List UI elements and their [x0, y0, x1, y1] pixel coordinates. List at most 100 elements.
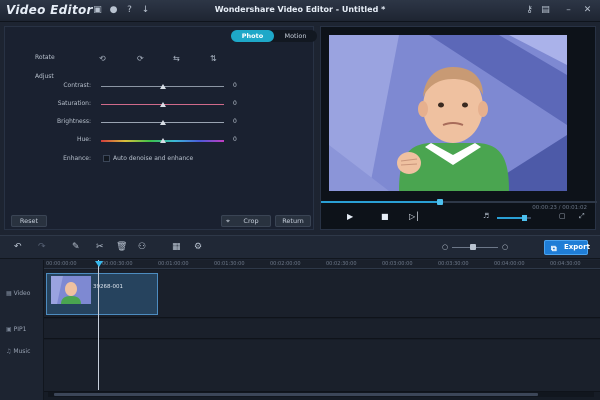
key-icon[interactable]: ⚷: [524, 5, 535, 16]
slider-row: Brightness: 0: [5, 117, 315, 129]
close-icon[interactable]: ✕: [582, 5, 593, 16]
baby-photo: [329, 35, 567, 191]
slider-value: 0: [233, 82, 237, 89]
volume-fill: [497, 217, 525, 219]
track-name: Music: [13, 348, 31, 355]
slider-label: Saturation:: [57, 100, 91, 107]
flip-vertical-icon[interactable]: ⇅: [210, 54, 217, 63]
crop-icon: ⌖: [226, 217, 230, 225]
mode-switch: Photo Motion: [231, 30, 317, 42]
zoom-out-icon[interactable]: ○: [442, 243, 448, 251]
undo-icon[interactable]: ↶: [14, 242, 22, 252]
rotate-right-icon[interactable]: ⟳: [137, 54, 144, 63]
progress-fill: [321, 201, 440, 203]
pip-track[interactable]: [44, 319, 600, 339]
video-clip[interactable]: 39268-001: [46, 273, 158, 315]
zoom-in-icon[interactable]: ○: [502, 243, 508, 251]
playhead-line[interactable]: [98, 260, 99, 390]
rotate-left-icon[interactable]: ⟲: [99, 54, 106, 63]
window-title: Wondershare Video Editor - Untitled *: [214, 5, 386, 14]
next-frame-icon[interactable]: ▷│: [409, 212, 420, 221]
slider-handle[interactable]: [159, 102, 166, 107]
tab-photo[interactable]: Photo: [231, 30, 274, 42]
slider-row: Contrast: 0: [5, 81, 315, 93]
track-header-column: ▦ Video ▣ PIP1 ♫ Music: [0, 260, 44, 400]
time-ruler[interactable]: 00:00:00:00 00:00:30:00 00:01:00:00 00:01:3…: [44, 260, 600, 269]
track-name: Video: [13, 290, 31, 297]
music-icon: ♫: [6, 348, 12, 355]
snapshot-icon[interactable]: ▢: [559, 212, 566, 220]
music-track[interactable]: [44, 340, 600, 392]
progress-handle[interactable]: [436, 199, 443, 205]
ruler-tick: 00:02:30:00: [326, 261, 357, 267]
enhance-label: Enhance:: [63, 155, 91, 162]
timeline-scrollbar-thumb[interactable]: [54, 393, 538, 396]
track-name: PIP1: [13, 326, 27, 333]
ruler-tick: 00:04:00:00: [494, 261, 525, 267]
record-icon[interactable]: ⚇: [138, 242, 146, 252]
snapshot-icon[interactable]: ▦: [172, 242, 181, 252]
ruler-tick: 00:02:00:00: [270, 261, 301, 267]
slider-row: Hue: 0: [5, 135, 315, 147]
slider-handle[interactable]: [159, 138, 166, 143]
minimize-icon[interactable]: –: [563, 5, 574, 16]
play-icon[interactable]: ▶: [347, 212, 353, 221]
enhance-row: Enhance: Auto denoise and enhance: [5, 154, 315, 164]
ruler-tick: 00:00:30:00: [102, 261, 133, 267]
export-label: Export: [564, 243, 590, 251]
stop-icon[interactable]: ■: [381, 212, 389, 221]
tab-motion[interactable]: Motion: [274, 30, 317, 42]
enhance-option-label: Auto denoise and enhance: [113, 155, 194, 162]
ruler-tick: 00:03:30:00: [438, 261, 469, 267]
fullscreen-icon[interactable]: ⤢: [579, 212, 585, 221]
volume-icon[interactable]: ♬: [483, 212, 489, 220]
track-label-music: ♫ Music: [6, 348, 30, 355]
cut-icon[interactable]: ✂: [96, 242, 104, 252]
crop-button[interactable]: ⌖ Crop: [221, 215, 271, 227]
reset-button[interactable]: Reset: [11, 215, 47, 227]
video-preview: [329, 35, 567, 191]
ruler-tick: 00:01:00:00: [158, 261, 189, 267]
title-bar: Video Editor ▣ ● ? ↓ Wondershare Video E…: [0, 0, 600, 22]
slider-row: Saturation: 0: [5, 99, 315, 111]
clip-thumbnail: [51, 276, 91, 304]
volume-handle[interactable]: [522, 215, 528, 221]
ruler-tick: 00:03:00:00: [382, 261, 413, 267]
slider-value: 0: [233, 100, 237, 107]
playback-progress[interactable]: [321, 199, 597, 205]
export-button[interactable]: ⧉ Export: [544, 240, 590, 255]
volume-slider[interactable]: [497, 215, 531, 221]
settings-icon[interactable]: ⚙: [194, 242, 202, 252]
timeline-scrollbar[interactable]: [48, 392, 594, 397]
track-label-pip: ▣ PIP1: [6, 326, 26, 333]
slider-label: Brightness:: [57, 118, 91, 125]
delete-icon[interactable]: 🗑: [116, 242, 127, 252]
return-button[interactable]: Return: [275, 215, 311, 227]
preview-panel: 00:00:23 / 00:01:02 ▶ ■ ▷│ ♬ ▢ ⤢: [320, 26, 597, 230]
export-icon: ⧉: [551, 244, 557, 253]
crop-label: Crop: [243, 217, 259, 225]
playhead-handle[interactable]: [95, 261, 103, 267]
slider-value: 0: [233, 118, 237, 125]
ruler-tick: 00:01:30:00: [214, 261, 245, 267]
track-label-video: ▦ Video: [6, 290, 30, 297]
redo-icon[interactable]: ↷: [38, 242, 46, 252]
zoom-handle[interactable]: [470, 244, 477, 250]
enhance-checkbox[interactable]: [103, 155, 110, 162]
cart-icon[interactable]: ▤: [540, 5, 551, 16]
film-icon: ▦: [6, 290, 12, 297]
rotate-label: Rotate: [35, 54, 55, 61]
slider-handle[interactable]: [159, 120, 166, 125]
pip-icon: ▣: [6, 326, 12, 333]
slider-label: Contrast:: [63, 82, 91, 89]
adjust-label: Adjust: [35, 73, 54, 80]
edit-icon[interactable]: ✎: [72, 242, 80, 252]
slider-value: 0: [233, 136, 237, 143]
video-editor-app: Video Editor ▣ ● ? ↓ Wondershare Video E…: [0, 0, 600, 400]
slider-label: Hue:: [76, 136, 91, 143]
slider-handle[interactable]: [159, 84, 166, 89]
ruler-tick: 00:04:30:00: [550, 261, 581, 267]
clip-thumbnail-image: [51, 276, 91, 304]
timecode: 00:00:23 / 00:01:02: [532, 205, 587, 211]
flip-horizontal-icon[interactable]: ⇆: [173, 54, 180, 63]
